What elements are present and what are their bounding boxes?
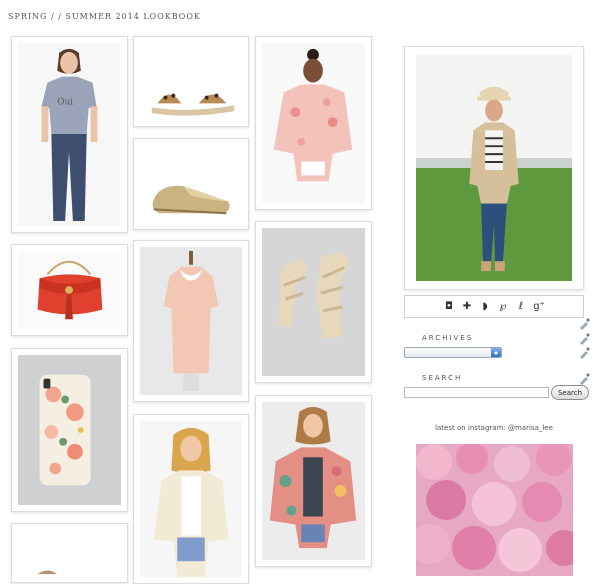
select-arrows-icon[interactable]: [491, 348, 501, 357]
search-button[interactable]: Search: [551, 385, 589, 400]
product-image-floral-phone-case[interactable]: [18, 355, 121, 505]
rss-icon[interactable]: ◗: [480, 301, 491, 312]
product-image-cream-sandals[interactable]: [262, 228, 365, 376]
product-card-leopard-sandals[interactable]: [133, 36, 249, 127]
plus-icon[interactable]: ✚: [462, 301, 473, 312]
product-card-partial[interactable]: [11, 523, 128, 583]
search-input[interactable]: [404, 387, 549, 398]
edit-widget-icon[interactable]: [578, 318, 590, 330]
search-heading: SEARCH: [422, 374, 463, 382]
edit-widget-icon[interactable]: [578, 333, 590, 345]
edit-widget-icon[interactable]: [578, 373, 590, 385]
product-image-lace-kimono[interactable]: [140, 421, 242, 577]
pinterest-icon[interactable]: ℘: [498, 301, 509, 312]
archives-select[interactable]: [404, 347, 502, 358]
instagram-latest-photo[interactable]: [416, 444, 573, 576]
product-image-floral-kimono-top[interactable]: [262, 43, 365, 203]
instagram-icon[interactable]: ◘: [444, 301, 455, 312]
product-card-peach-blouse[interactable]: [133, 240, 249, 402]
product-card-gold-flats[interactable]: [133, 138, 249, 230]
google-plus-icon[interactable]: g⁺: [533, 301, 545, 312]
svg-text:Oui: Oui: [57, 97, 73, 107]
product-card-cream-sandals[interactable]: [255, 221, 372, 383]
product-image-gold-flats[interactable]: [140, 145, 242, 223]
product-image-leopard-sandals[interactable]: [140, 43, 242, 120]
page-title: SPRING / / SUMMER 2014 LOOKBOOK: [8, 12, 201, 21]
product-card-floral-kimono-model[interactable]: [255, 395, 372, 567]
product-card-floral-kimono-top[interactable]: [255, 36, 372, 210]
product-image-graphic-tee[interactable]: Oui: [18, 43, 121, 226]
product-image-partial[interactable]: [18, 530, 121, 576]
bloglovin-icon[interactable]: ℓ: [516, 301, 527, 312]
social-icons-bar: ◘ ✚ ◗ ℘ ℓ g⁺: [404, 295, 584, 318]
instagram-caption: latest on instagram: @marisa_lee: [435, 424, 553, 432]
profile-image-field[interactable]: [416, 55, 572, 281]
product-card-lace-kimono[interactable]: [133, 414, 249, 584]
product-image-red-bag[interactable]: [18, 251, 121, 329]
product-card-floral-phone-case[interactable]: [11, 348, 128, 512]
archives-heading: ARCHIVES: [422, 334, 474, 342]
edit-widget-icon[interactable]: [578, 347, 590, 359]
product-image-peach-blouse[interactable]: [140, 247, 242, 395]
product-card-graphic-tee[interactable]: Oui: [11, 36, 128, 233]
product-card-red-bag[interactable]: [11, 244, 128, 336]
product-image-floral-kimono-model[interactable]: [262, 402, 365, 560]
sidebar-profile-photo[interactable]: [404, 46, 584, 290]
